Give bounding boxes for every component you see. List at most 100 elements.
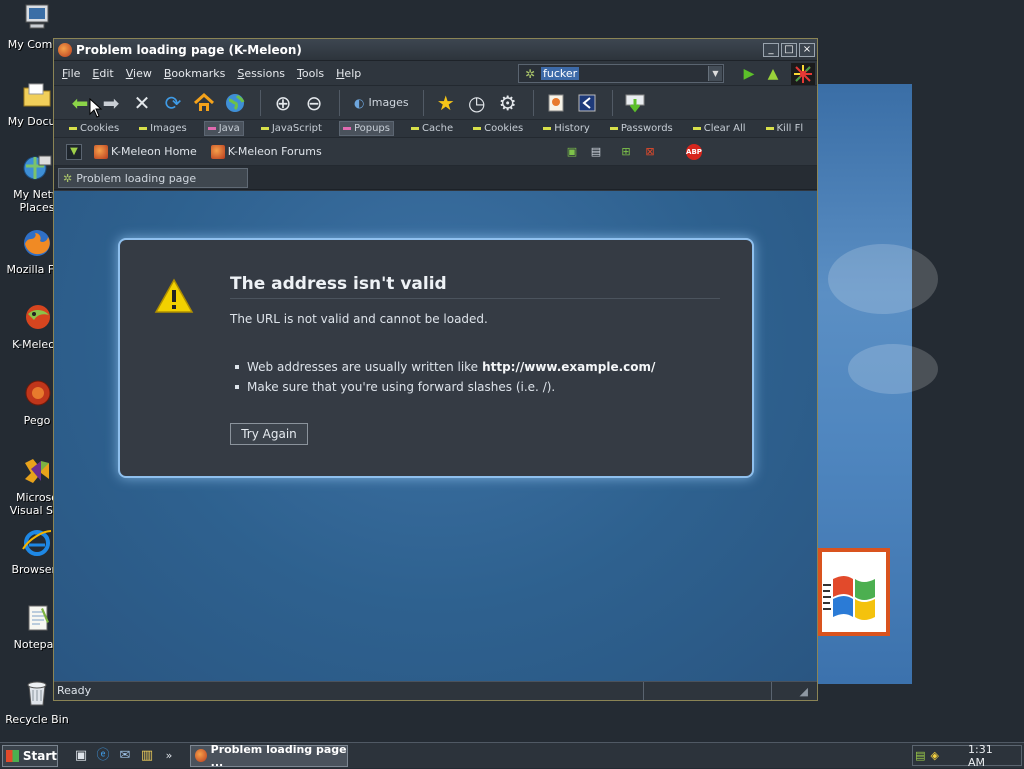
home-icon[interactable] [190, 89, 218, 117]
up-icon[interactable]: ▲ [764, 65, 782, 83]
title-bar[interactable]: Problem loading page (K-Meleon) _ □ × [54, 39, 817, 61]
globe-icon[interactable] [221, 89, 249, 117]
cloud-shape [828, 244, 938, 314]
bookmark-k-meleon-forums[interactable]: K-Meleon Forums [210, 144, 322, 159]
clock[interactable]: 1:31 AM [968, 743, 1009, 769]
url-input[interactable]: ✲ fucker ▼ [518, 64, 724, 83]
window-title: Problem loading page (K-Meleon) [76, 42, 302, 57]
bookmarks-download-icon[interactable]: ▼ [66, 143, 82, 160]
status-text: Ready [54, 682, 644, 700]
computer-icon [21, 2, 53, 34]
maximize-button[interactable]: □ [781, 42, 797, 57]
privacy-clear-passwords[interactable]: Passwords [607, 122, 676, 135]
menu-file[interactable]: File [62, 67, 80, 80]
menu-sessions[interactable]: Sessions [237, 67, 285, 80]
privacy-label: Cache [422, 123, 454, 134]
taskbar-button-k-meleon[interactable]: Problem loading page ... [190, 742, 348, 769]
new-layer-icon[interactable]: ▣ [564, 144, 580, 160]
resize-grip-icon[interactable]: ◢ [772, 685, 812, 698]
menu-tools[interactable]: Tools [297, 67, 324, 80]
tray-app-icon[interactable]: ▤ [913, 749, 928, 763]
bookmarks-star-icon[interactable]: ★ [432, 89, 460, 117]
tab-problem-loading-page[interactable]: ✲ Problem loading page [58, 168, 248, 188]
download-icon[interactable] [621, 89, 649, 117]
menu-help[interactable]: Help [336, 67, 361, 80]
page-info-icon[interactable] [542, 89, 570, 117]
list-item: Web addresses are usually written like h… [230, 357, 655, 377]
suggestion-text: Web addresses are usually written like [247, 360, 479, 374]
reload-icon[interactable]: ⟳ [159, 89, 187, 117]
suggestion-text: Make sure that you're using forward slas… [247, 380, 556, 394]
pego-icon [21, 378, 53, 410]
privacy-label: History [554, 123, 590, 134]
privacy-label: Cookies [484, 123, 524, 134]
privacy-toggle-cookies[interactable]: Cookies [66, 122, 122, 135]
stop-icon[interactable]: ✕ [128, 89, 156, 117]
tray-security-icon[interactable]: ◈ [928, 749, 943, 763]
privacy-label: Images [150, 123, 187, 134]
gear-icon[interactable]: ⚙ [494, 89, 522, 117]
show-desktop-icon[interactable]: ▣ [72, 747, 90, 765]
images-toggle-button[interactable]: ◐ Images [348, 96, 415, 110]
privacy-label: Java [218, 123, 240, 134]
add-layer-icon[interactable]: ⊞ [618, 144, 634, 160]
folder-icon [21, 79, 53, 111]
history-clock-icon[interactable]: ◷ [463, 89, 491, 117]
privacy-toggle-java[interactable]: Java [203, 121, 244, 136]
menu-edit[interactable]: Edit [92, 67, 113, 80]
menu-bookmarks[interactable]: Bookmarks [164, 67, 225, 80]
privacy-label: Kill Fl [776, 123, 804, 134]
bookmark-k-meleon-home[interactable]: K-Meleon Home [94, 144, 197, 159]
example-url: http://www.example.com/ [482, 360, 656, 374]
notepad-icon [21, 602, 53, 634]
start-button[interactable]: Start [2, 744, 58, 767]
navigation-toolbar: ⬅ ➡ ✕ ⟳ ⊕ ⊖ ◐ Images ★ ◷ ⚙ [54, 86, 817, 120]
recycle-bin-icon [21, 677, 53, 709]
error-panel: The address isn't valid The URL is not v… [118, 238, 754, 478]
quick-launch-more[interactable]: » [160, 747, 178, 765]
layer-list-icon[interactable]: ▤ [588, 144, 604, 160]
outlook-icon[interactable]: ✉ [116, 747, 134, 765]
go-icon[interactable]: ▶ [740, 65, 758, 83]
desktop-icon-label: Recycle Bin [5, 713, 69, 726]
privacy-clear-cache[interactable]: Cache [408, 122, 456, 135]
menu-bar: File Edit View Bookmarks Sessions Tools … [54, 61, 817, 86]
page-icon: ✲ [524, 66, 536, 81]
privacy-kill-flash[interactable]: Kill Fl [763, 122, 807, 135]
images-label: Images [368, 96, 409, 109]
menu-view[interactable]: View [126, 67, 152, 80]
bookmark-favicon [210, 144, 225, 159]
layer-buttons: ▣ ▤ ⊞ ⊠ ABP [564, 142, 702, 162]
windows-flag-icon [6, 749, 19, 762]
privacy-clear-cookies[interactable]: Cookies [470, 122, 526, 135]
try-again-button[interactable]: Try Again [230, 423, 308, 445]
privacy-clear-all[interactable]: Clear All [690, 122, 749, 135]
toolbar-separator [611, 89, 613, 116]
url-dropdown-button[interactable]: ▼ [708, 66, 722, 81]
explorer-icon[interactable]: ▥ [138, 747, 156, 765]
url-value: fucker [541, 67, 580, 80]
zoom-in-icon[interactable]: ⊕ [269, 89, 297, 117]
minimize-button[interactable]: _ [763, 42, 779, 57]
k-meleon-task-icon [195, 749, 207, 762]
close-layer-icon[interactable]: ⊠ [642, 144, 658, 160]
privacy-toggle-images[interactable]: Images [136, 122, 190, 135]
bookmark-label: K-Meleon Forums [227, 145, 322, 158]
error-divider [230, 298, 720, 299]
zoom-out-icon[interactable]: ⊖ [300, 89, 328, 117]
bullet [235, 385, 239, 389]
adblock-icon[interactable]: ABP [686, 144, 702, 160]
view-source-icon[interactable] [573, 89, 601, 117]
status-progress-cell [644, 682, 772, 700]
task-label: Problem loading page ... [210, 742, 347, 769]
internet-explorer-icon[interactable]: ⓔ [94, 747, 112, 765]
close-button[interactable]: × [799, 42, 815, 57]
privacy-label: Clear All [703, 123, 746, 134]
tab-strip: ✲ Problem loading page [54, 166, 817, 190]
internet-explorer-icon [21, 527, 53, 559]
privacy-toggle-javascript[interactable]: JavaScript [258, 122, 325, 135]
privacy-toggle-popups[interactable]: Popups [338, 121, 394, 136]
page-content: The address isn't valid The URL is not v… [54, 191, 817, 681]
privacy-clear-history[interactable]: History [540, 122, 593, 135]
throbber-icon [791, 63, 815, 85]
